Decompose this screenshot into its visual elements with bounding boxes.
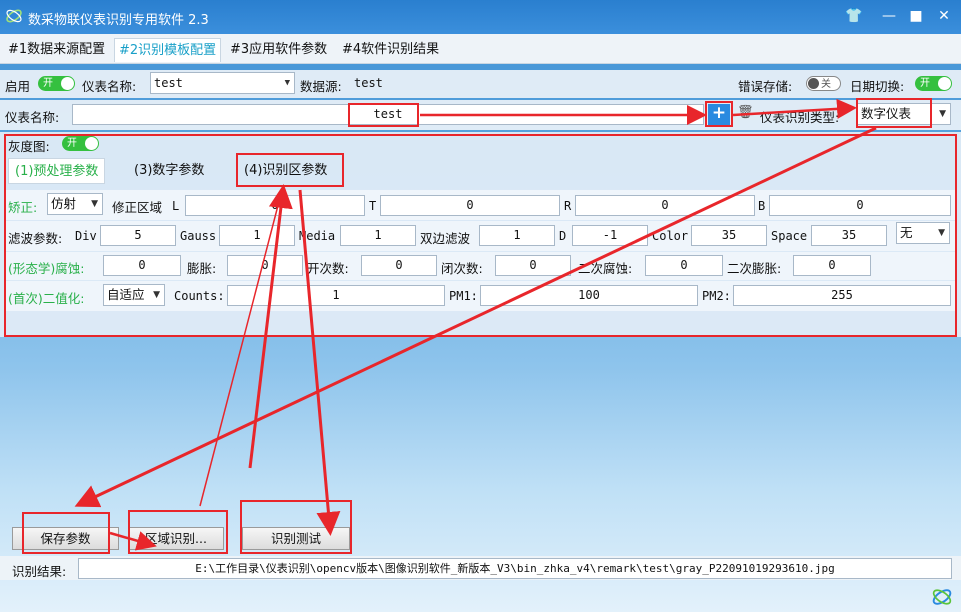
annotation-box-type bbox=[856, 98, 932, 128]
tab-recognition-template[interactable]: #2识别模板配置 bbox=[114, 38, 222, 62]
meter-name-label-2: 仪表名称: bbox=[5, 110, 60, 125]
maximize-button[interactable]: ■ bbox=[905, 6, 927, 26]
enable-toggle[interactable]: 开 bbox=[38, 76, 75, 91]
tab-data-source[interactable]: #1数据来源配置 bbox=[4, 38, 109, 62]
main-tab-bar: #1数据来源配置 #2识别模板配置 #3应用软件参数 #4软件识别结果 bbox=[0, 34, 961, 64]
annotation-box-test bbox=[240, 500, 352, 554]
meter-name-label: 仪表名称: bbox=[82, 79, 137, 94]
skin-shirt-icon[interactable]: 👕 bbox=[843, 6, 865, 26]
trash-icon[interactable]: 🗑 bbox=[737, 105, 754, 123]
minimize-button[interactable]: — bbox=[878, 6, 900, 26]
tab-app-params[interactable]: #3应用软件参数 bbox=[226, 38, 331, 62]
meter-type-label: 仪表识别类型: bbox=[760, 110, 840, 125]
annotation-box-region-tab bbox=[236, 153, 344, 187]
annotation-box-name bbox=[348, 103, 419, 127]
meter-name-row: 仪表名称: test + 🗑 仪表识别类型: 数字仪表 ▼ bbox=[0, 100, 961, 130]
date-switch-label: 日期切换: bbox=[850, 79, 905, 94]
result-label: 识别结果: bbox=[12, 564, 67, 579]
tab-recognition-results[interactable]: #4软件识别结果 bbox=[338, 38, 443, 62]
annotation-box-add bbox=[705, 101, 733, 127]
meter-select-row: 启用 开 仪表名称: test ▼ 数据源: test 错误存储: 关 日期切换:… bbox=[0, 70, 961, 98]
error-save-toggle[interactable]: 关 bbox=[806, 76, 841, 91]
enable-label: 启用 bbox=[5, 79, 31, 94]
close-button[interactable]: ✕ bbox=[933, 6, 955, 26]
window-title: 数采物联仪表识别专用软件 2.3 bbox=[28, 13, 209, 28]
annotation-box-params bbox=[4, 134, 957, 337]
tray-logo-icon bbox=[932, 589, 952, 605]
title-bar: 数采物联仪表识别专用软件 2.3 👕 — ■ ✕ bbox=[0, 0, 961, 34]
date-switch-toggle[interactable]: 开 bbox=[915, 76, 952, 91]
error-save-label: 错误存储: bbox=[738, 79, 793, 94]
annotation-box-save bbox=[22, 512, 110, 554]
meter-name-select[interactable]: test ▼ bbox=[150, 72, 295, 94]
result-path-field: E:\工作目录\仪表识别\opencv版本\图像识别软件_新版本_V3\bin_… bbox=[78, 558, 952, 579]
annotation-box-region-btn bbox=[128, 510, 228, 554]
data-source-label: 数据源: bbox=[300, 79, 342, 94]
app-logo-icon bbox=[6, 9, 22, 23]
data-source-value: test bbox=[354, 76, 383, 90]
